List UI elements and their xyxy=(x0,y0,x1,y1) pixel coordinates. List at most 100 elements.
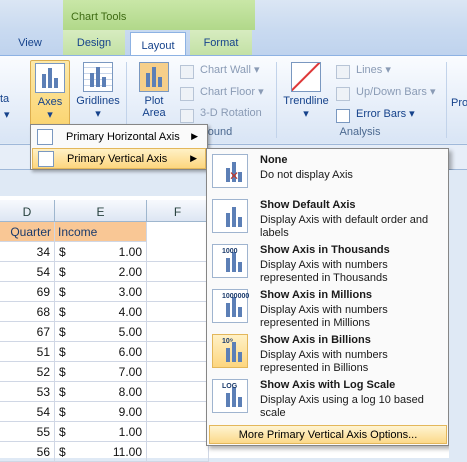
error-bars-label: Error Bars xyxy=(356,108,407,120)
tab-layout[interactable]: Layout xyxy=(130,32,186,56)
empty-cell[interactable] xyxy=(147,302,209,322)
axis-option-1[interactable]: Show Default Axis Display Axis with defau… xyxy=(208,195,447,240)
menu-item-primary-horizontal-axis[interactable]: Primary Horizontal Axis ▶ xyxy=(32,127,206,148)
empty-cell[interactable] xyxy=(147,362,209,382)
currency-symbol: $ xyxy=(59,445,66,459)
analysis-group-label: Analysis xyxy=(339,126,381,138)
income-cell[interactable]: $3.00 xyxy=(55,282,147,302)
empty-cell[interactable] xyxy=(147,282,209,302)
chevron-down-icon: ▾ xyxy=(303,108,309,120)
income-cell[interactable]: $1.00 xyxy=(55,242,147,262)
income-cell[interactable]: $7.00 xyxy=(55,362,147,382)
log-axis-icon: LOG xyxy=(212,379,248,413)
chart-wall-button[interactable]: Chart Wall ▾ xyxy=(180,63,260,83)
axis-option-3[interactable]: 1000000 Show Axis in Millions Display Axis… xyxy=(208,285,447,330)
empty-cell[interactable] xyxy=(147,422,209,442)
quarter-cell[interactable]: 52 xyxy=(0,362,55,382)
vertical-axis-submenu: ✕ None Do not display Axis Show Default Axi… xyxy=(206,148,449,446)
quarter-cell[interactable]: 53 xyxy=(0,382,55,402)
income-amount: 5.00 xyxy=(118,325,142,339)
axis-option-description: Display Axis with numbers represented in… xyxy=(260,304,388,329)
chart-floor-label: Chart Floor xyxy=(200,86,256,98)
red-x-icon: ✕ xyxy=(229,169,240,183)
empty-cell[interactable] xyxy=(147,322,209,342)
tab-design[interactable]: Design xyxy=(63,30,125,55)
chart-floor-button[interactable]: Chart Floor ▾ xyxy=(180,85,264,105)
income-cell[interactable]: $9.00 xyxy=(55,402,147,422)
axis-option-5[interactable]: LOG Show Axis with Log Scale Display Axis … xyxy=(208,375,447,420)
rotation-3d-icon xyxy=(180,109,194,123)
axis-option-title: Show Axis in Millions xyxy=(260,289,373,301)
header-cell-quarter[interactable]: Quarter xyxy=(0,222,55,242)
no-axis-icon: ✕ xyxy=(212,154,248,188)
more-axis-options-button[interactable]: More Primary Vertical Axis Options... xyxy=(209,425,447,444)
income-cell[interactable]: $8.00 xyxy=(55,382,147,402)
ribbon-divider xyxy=(446,62,447,138)
income-amount: 6.00 xyxy=(118,345,142,359)
empty-cell[interactable] xyxy=(147,382,209,402)
quarter-cell[interactable]: 34 xyxy=(0,242,55,262)
income-cell[interactable]: $1.00 xyxy=(55,422,147,442)
quarter-cell[interactable]: 67 xyxy=(0,322,55,342)
empty-cell[interactable] xyxy=(147,402,209,422)
error-bars-icon xyxy=(336,109,350,123)
chart-tools-context-label: Chart Tools xyxy=(63,0,255,30)
empty-cell[interactable] xyxy=(147,342,209,362)
gridlines-button[interactable]: Gridlines ▾ xyxy=(74,60,122,126)
quarter-cell[interactable]: 51 xyxy=(0,342,55,362)
income-cell[interactable]: $11.00 xyxy=(55,442,147,462)
trendline-icon xyxy=(291,62,321,92)
income-amount: 7.00 xyxy=(118,365,142,379)
empty-cell[interactable] xyxy=(147,242,209,262)
lines-icon xyxy=(336,65,350,79)
column-header-d[interactable]: D xyxy=(0,200,55,222)
quarter-cell[interactable]: 54 xyxy=(0,262,55,282)
gridlines-icon xyxy=(83,62,113,92)
income-amount: 1.00 xyxy=(118,425,142,439)
income-amount: 1.00 xyxy=(118,245,142,259)
axis-icon-tag: 10⁹ xyxy=(222,338,234,345)
quarter-cell[interactable]: 55 xyxy=(0,422,55,442)
axis-option-title: Show Default Axis xyxy=(260,199,356,211)
partial-dropdown-arrow[interactable]: ▾ xyxy=(4,108,10,128)
axis-option-4[interactable]: 10⁹ Show Axis in Billions Display Axis wit… xyxy=(208,330,447,375)
currency-symbol: $ xyxy=(59,425,66,439)
properties-button-partial[interactable]: Pro xyxy=(451,97,467,117)
income-cell[interactable]: $6.00 xyxy=(55,342,147,362)
submenu-arrow-icon: ▶ xyxy=(190,153,197,163)
income-amount: 11.00 xyxy=(112,445,142,459)
quarter-cell[interactable]: 56 xyxy=(0,442,55,462)
quarter-cell[interactable]: 68 xyxy=(0,302,55,322)
axes-button[interactable]: Axes ▾ xyxy=(30,60,70,126)
lines-button[interactable]: Lines ▾ xyxy=(336,63,391,83)
currency-symbol: $ xyxy=(59,305,66,319)
vertical-axis-icon xyxy=(38,151,54,167)
updown-bars-button[interactable]: Up/Down Bars ▾ xyxy=(336,85,436,105)
tab-format[interactable]: Format xyxy=(190,30,252,55)
millions-axis-icon: 1000000 xyxy=(212,289,250,323)
empty-cell[interactable] xyxy=(147,442,209,462)
horizontal-axis-icon xyxy=(37,129,53,145)
column-header-e[interactable]: E xyxy=(55,200,147,222)
trendline-button[interactable]: Trendline ▾ xyxy=(280,60,332,126)
axis-option-2[interactable]: 1000 Show Axis in Thousands Display Axis w… xyxy=(208,240,447,285)
error-bars-button[interactable]: Error Bars ▾ xyxy=(336,107,415,127)
income-cell[interactable]: $2.00 xyxy=(55,262,147,282)
menu-item-primary-vertical-axis[interactable]: Primary Vertical Axis ▶ xyxy=(32,148,206,169)
axis-option-0[interactable]: ✕ None Do not display Axis xyxy=(208,150,447,195)
plot-area-button[interactable]: Plot Area xyxy=(134,60,174,126)
currency-symbol: $ xyxy=(59,245,66,259)
income-cell[interactable]: $4.00 xyxy=(55,302,147,322)
empty-cell[interactable] xyxy=(147,262,209,282)
quarter-cell[interactable]: 69 xyxy=(0,282,55,302)
column-header-f[interactable]: F xyxy=(147,200,209,222)
axis-option-description: Display Axis with numbers represented in… xyxy=(260,259,388,284)
axis-option-title: Show Axis in Thousands xyxy=(260,244,390,256)
currency-symbol: $ xyxy=(59,285,66,299)
header-cell-income[interactable]: Income xyxy=(55,222,147,242)
axis-icon-tag: 1000000 xyxy=(222,293,250,300)
lines-label: Lines xyxy=(356,64,383,76)
tab-view[interactable]: View xyxy=(0,30,60,55)
income-cell[interactable]: $5.00 xyxy=(55,322,147,342)
quarter-cell[interactable]: 54 xyxy=(0,402,55,422)
